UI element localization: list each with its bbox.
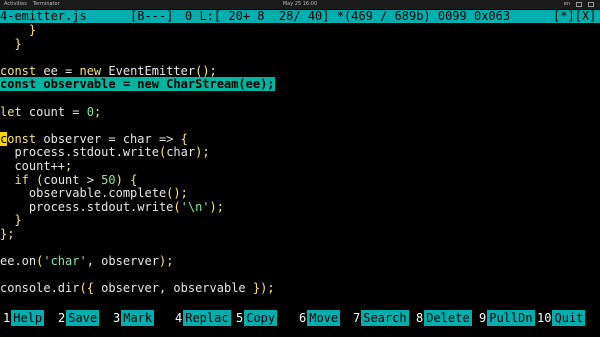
code-token: console.dir xyxy=(0,281,80,296)
fkey-save[interactable]: 2 Save xyxy=(57,310,100,326)
fkey-number: 4 xyxy=(174,310,184,326)
code-token: (); xyxy=(195,63,217,78)
cursor-position: 0 L:[ 20+ 8 28/ 40] *(469 / 689b) 0099 0… xyxy=(185,9,511,23)
fkey-number: 5 xyxy=(235,310,245,326)
fkey-number: 1 xyxy=(2,310,12,326)
code-token: observer, observable xyxy=(93,281,253,296)
code-token: ); xyxy=(195,145,210,160)
fkey-number: 2 xyxy=(57,310,67,326)
fkey-replac[interactable]: 4 Replac xyxy=(174,310,231,326)
fkey-label: PullDn xyxy=(487,310,535,326)
code-token: ); xyxy=(158,254,174,269)
code-line[interactable]: if (count > 50) { xyxy=(0,172,138,188)
fkey-pulldn[interactable]: 9 PullDn xyxy=(478,310,535,326)
code-line[interactable]: ee.on('char', observer); xyxy=(0,254,174,269)
clock[interactable]: May 25 16:00 xyxy=(0,0,600,9)
editor-status-bar: 4-emitter.js [B---] 0 L:[ 20+ 8 28/ 40] … xyxy=(0,10,600,23)
code-token: (); xyxy=(166,186,188,201)
code-token: new xyxy=(79,63,102,78)
code-editor[interactable]: } } const ee = new EventEmitter(); const o… xyxy=(0,23,600,309)
fkey-label: Delete xyxy=(424,310,472,326)
code-token: }); xyxy=(252,281,275,296)
code-token: ee = xyxy=(36,63,80,78)
fkey-search[interactable]: 7 Search xyxy=(352,310,409,326)
code-token: ); xyxy=(209,199,224,214)
fkey-label: Search xyxy=(361,310,409,326)
code-line[interactable]: } xyxy=(0,23,37,38)
code-token: count++ xyxy=(0,159,66,173)
code-token: '\n' xyxy=(180,199,210,214)
code-line[interactable]: process.stdout.write('\n'); xyxy=(0,199,224,215)
filename: 4-emitter.js xyxy=(0,9,87,23)
code-line-highlighted[interactable]: const observable = new CharStream(ee); xyxy=(0,77,275,92)
code-token: count = xyxy=(21,104,87,119)
code-line[interactable]: const observer = char => { xyxy=(0,131,188,147)
fkey-move[interactable]: 6 Move xyxy=(298,310,341,326)
fkey-number: 6 xyxy=(298,310,308,326)
code-token: count > xyxy=(43,172,102,187)
code-token: EventEmitter xyxy=(101,63,196,78)
code-token: } xyxy=(0,36,22,51)
code-token: observer = char => xyxy=(36,131,181,146)
code-token: ee.on xyxy=(0,254,37,269)
code-token: }; xyxy=(0,227,15,241)
volume-icon[interactable] xyxy=(576,2,582,7)
modified-flags: [*][X] xyxy=(553,9,597,23)
code-token: const xyxy=(0,63,37,78)
fkey-copy[interactable]: 5 Copy xyxy=(235,310,278,326)
code-token: if xyxy=(14,172,29,187)
fkey-number: 10 xyxy=(536,310,553,326)
fkey-label: Help xyxy=(11,310,45,326)
system-indicators[interactable]: en xyxy=(564,0,594,9)
fkey-number: 8 xyxy=(415,310,425,326)
fkey-label: Replac xyxy=(183,310,231,326)
code-line[interactable]: }; xyxy=(0,227,15,242)
fkey-number: 3 xyxy=(112,310,122,326)
code-token: } xyxy=(0,213,22,228)
function-key-bar: 1 Help 2 Save 3 Mark 4 Replac 5 Copy 6 Move 7 Search 8… xyxy=(0,310,600,326)
power-icon[interactable] xyxy=(588,2,594,7)
code-token: onst xyxy=(7,131,37,146)
code-token: ( xyxy=(173,199,181,214)
code-line[interactable]: process.stdout.write(char); xyxy=(0,145,210,160)
code-token: ) { xyxy=(115,172,138,187)
code-line[interactable]: } xyxy=(0,36,22,52)
fkey-quit[interactable]: 10 Quit xyxy=(536,310,586,326)
code-token: ({ xyxy=(79,281,94,296)
keyboard-layout-indicator[interactable]: en xyxy=(564,0,570,9)
code-token: ; xyxy=(93,104,102,119)
mode-indicator: [B---] xyxy=(130,9,174,23)
fkey-label: Save xyxy=(66,310,100,326)
fkey-help[interactable]: 1 Help xyxy=(2,310,45,326)
code-token: , observer xyxy=(86,254,159,269)
fkey-number: 9 xyxy=(478,310,488,326)
code-line[interactable]: observable.complete(); xyxy=(0,186,188,201)
code-line[interactable]: count++; xyxy=(0,159,73,174)
code-token: const observable = new CharStream(ee); xyxy=(0,77,275,92)
code-token: process.stdout.write xyxy=(0,145,159,160)
fkey-label: Mark xyxy=(121,310,155,326)
code-token: char xyxy=(166,145,196,160)
code-token: process.stdout.write xyxy=(0,199,174,214)
fkey-number: 7 xyxy=(352,310,362,326)
fkey-label: Quit xyxy=(552,310,586,326)
code-line[interactable]: let count = 0; xyxy=(0,104,102,120)
code-token: ; xyxy=(65,159,73,173)
code-token: 50 xyxy=(101,172,116,187)
fkey-label: Move xyxy=(307,310,341,326)
code-token: let xyxy=(0,104,22,119)
fkey-delete[interactable]: 8 Delete xyxy=(415,310,472,326)
code-line[interactable]: } xyxy=(0,213,22,228)
code-token: 0 xyxy=(86,104,94,119)
code-token: observable.complete xyxy=(0,186,167,201)
desktop-top-bar: Activities Terminator May 25 16:00 en xyxy=(0,0,600,9)
code-line[interactable]: console.dir({ observer, observable }); xyxy=(0,282,275,296)
code-line[interactable]: const ee = new EventEmitter(); xyxy=(0,63,217,79)
fkey-mark[interactable]: 3 Mark xyxy=(112,310,155,326)
code-token: { xyxy=(180,131,188,146)
fkey-label: Copy xyxy=(244,310,278,326)
code-token: 'char' xyxy=(43,254,87,269)
code-token: } xyxy=(0,23,37,37)
